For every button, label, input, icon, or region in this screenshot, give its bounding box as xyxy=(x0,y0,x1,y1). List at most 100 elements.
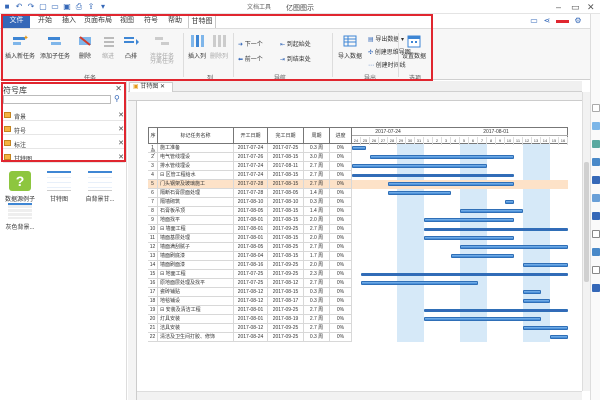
table-cell-dur[interactable]: 2.0 周 xyxy=(304,261,330,270)
table-cell-prog[interactable]: 0% xyxy=(330,225,352,234)
table-cell-end[interactable]: 2017-09-25 xyxy=(268,306,304,315)
table-cell-name[interactable]: 隔断石膏层面处理 xyxy=(158,189,234,198)
table-cell-dur[interactable]: 2.0 周 xyxy=(304,234,330,243)
table-cell-start[interactable]: 2017-08-05 xyxy=(234,207,268,216)
table-cell-start[interactable]: 2017-08-04 xyxy=(234,252,268,261)
table-cell-dur[interactable]: 0.3 周 xyxy=(304,144,330,153)
comment-icon[interactable] xyxy=(592,266,600,274)
table-cell-prog[interactable]: 0% xyxy=(330,207,352,216)
table-cell-end[interactable]: 2017-08-10 xyxy=(268,198,304,207)
close-tab-icon[interactable]: ✕ xyxy=(160,84,165,90)
table-cell-id[interactable]: 19 xyxy=(148,306,158,315)
table-cell-name[interactable]: 灯具安装 xyxy=(158,315,234,324)
table-cell-prog[interactable]: 0% xyxy=(330,279,352,288)
table-cell-id[interactable]: 13 xyxy=(148,252,158,261)
table-cell-start[interactable]: 2017-08-24 xyxy=(234,333,268,342)
table-cell-name[interactable]: 施工准备 xyxy=(158,144,234,153)
table-cell-dur[interactable]: 2.7 周 xyxy=(304,180,330,189)
table-cell-id[interactable]: 7 xyxy=(148,198,158,207)
table-cell-name[interactable]: 地毯铺设 xyxy=(158,297,234,306)
table-cell-prog[interactable]: 0% xyxy=(330,180,352,189)
table-cell-name[interactable]: 石膏板吊顶 xyxy=(158,207,234,216)
table-cell-name[interactable]: 墙面基层处理 xyxy=(158,234,234,243)
table-cell-prog[interactable]: 0% xyxy=(330,153,352,162)
table-cell-dur[interactable]: 1.4 周 xyxy=(304,207,330,216)
table-cell-id[interactable]: 12 xyxy=(148,243,158,252)
table-cell-dur[interactable]: 2.7 周 xyxy=(304,225,330,234)
table-cell-dur[interactable]: 0.3 周 xyxy=(304,198,330,207)
table-cell-prog[interactable]: 0% xyxy=(330,198,352,207)
document-tab[interactable]: ▣ 甘特图 ✕ xyxy=(129,82,173,92)
table-cell-id[interactable]: 11 xyxy=(148,234,158,243)
table-cell-prog[interactable]: 0% xyxy=(330,216,352,225)
shape-custom-bg-gantt[interactable]: 自背景甘... xyxy=(80,171,120,203)
table-cell-start[interactable]: 2017-08-12 xyxy=(234,297,268,306)
table-cell-end[interactable]: 2017-08-15 xyxy=(268,234,304,243)
table-cell-prog[interactable]: 0% xyxy=(330,261,352,270)
gantt-task-bar[interactable] xyxy=(523,326,568,330)
table-cell-id[interactable]: 8 xyxy=(148,207,158,216)
gantt-task-bar[interactable] xyxy=(388,182,514,186)
present-icon[interactable]: ▭ xyxy=(530,17,538,25)
gantt-summary-bar[interactable] xyxy=(424,309,568,312)
gantt-task-bar[interactable] xyxy=(523,290,541,294)
table-cell-end[interactable]: 2017-09-25 xyxy=(268,225,304,234)
gantt-task-bar[interactable] xyxy=(352,146,366,150)
shape-data-source-example[interactable]: ? 数据源例子 xyxy=(3,171,37,203)
table-cell-name[interactable]: 墙面刷面漆 xyxy=(158,261,234,270)
table-cell-name[interactable]: 门头钢架及玻璃施工 xyxy=(158,180,234,189)
hyperlink-icon[interactable] xyxy=(592,248,600,256)
table-cell-dur[interactable]: 2.7 周 xyxy=(304,324,330,333)
table-cell-dur[interactable]: 2.0 周 xyxy=(304,216,330,225)
table-cell-id[interactable]: 5 xyxy=(148,180,158,189)
format-panel-icon[interactable] xyxy=(592,104,600,112)
horizontal-scrollbar[interactable] xyxy=(137,391,582,400)
gantt-task-bar[interactable] xyxy=(361,281,478,285)
image-icon[interactable] xyxy=(592,176,600,184)
table-cell-name[interactable]: 原地面层处理及找平 xyxy=(158,279,234,288)
table-cell-dur[interactable]: 3.0 周 xyxy=(304,153,330,162)
table-cell-dur[interactable]: 1.4 周 xyxy=(304,189,330,198)
table-cell-end[interactable]: 2017-08-12 xyxy=(268,279,304,288)
table-cell-start[interactable]: 2017-07-26 xyxy=(234,153,268,162)
table-cell-id[interactable]: 18 xyxy=(148,297,158,306)
gantt-task-bar[interactable] xyxy=(370,155,514,159)
table-cell-start[interactable]: 2017-07-24 xyxy=(234,171,268,180)
table-cell-id[interactable]: 17 xyxy=(148,288,158,297)
vertical-scroll-thumb[interactable] xyxy=(584,162,589,282)
table-cell-end[interactable]: 2017-08-15 xyxy=(268,216,304,225)
table-cell-start[interactable]: 2017-08-01 xyxy=(234,315,268,324)
shape-gantt[interactable]: 甘特图 xyxy=(42,171,76,203)
table-cell-dur[interactable]: 0.3 周 xyxy=(304,333,330,342)
table-cell-dur[interactable]: 2.7 周 xyxy=(304,315,330,324)
gantt-summary-bar[interactable] xyxy=(361,273,568,276)
gantt-task-bar[interactable] xyxy=(424,218,514,222)
table-cell-id[interactable]: 16 xyxy=(148,279,158,288)
table-cell-dur[interactable]: 2.7 周 xyxy=(304,162,330,171)
table-cell-prog[interactable]: 0% xyxy=(330,234,352,243)
page-icon[interactable] xyxy=(592,230,600,238)
table-cell-start[interactable]: 2017-08-01 xyxy=(234,225,268,234)
table-cell-id[interactable]: 1 xyxy=(148,144,158,153)
table-cell-dur[interactable]: 1.7 周 xyxy=(304,252,330,261)
table-cell-id[interactable]: 9 xyxy=(148,216,158,225)
maximize-icon[interactable]: ▭ xyxy=(571,2,580,12)
table-cell-prog[interactable]: 0% xyxy=(330,162,352,171)
minimize-icon[interactable]: – xyxy=(556,2,561,12)
line-style-icon[interactable] xyxy=(592,140,600,148)
table-cell-prog[interactable]: 0% xyxy=(330,144,352,153)
table-cell-id[interactable]: 20 xyxy=(148,315,158,324)
table-cell-end[interactable]: 2017-08-15 xyxy=(268,180,304,189)
table-cell-end[interactable]: 2017-08-15 xyxy=(268,153,304,162)
history-icon[interactable] xyxy=(592,284,600,292)
table-cell-id[interactable]: 15 xyxy=(148,270,158,279)
table-cell-start[interactable]: 2017-08-10 xyxy=(234,198,268,207)
table-cell-dur[interactable]: 0.3 周 xyxy=(304,288,330,297)
table-cell-id[interactable]: 14 xyxy=(148,261,158,270)
gantt-task-bar[interactable] xyxy=(352,164,487,168)
table-cell-dur[interactable]: 2.7 周 xyxy=(304,306,330,315)
table-cell-end[interactable]: 2017-08-19 xyxy=(268,315,304,324)
table-cell-start[interactable]: 2017-08-05 xyxy=(234,243,268,252)
table-cell-start[interactable]: 2017-08-01 xyxy=(234,306,268,315)
table-cell-prog[interactable]: 0% xyxy=(330,288,352,297)
